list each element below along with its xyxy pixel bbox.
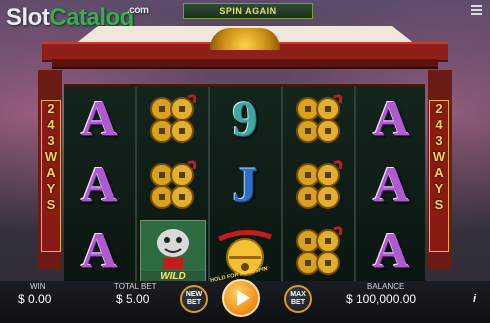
ways-char: 2 <box>435 101 443 116</box>
ways-char: A <box>434 165 444 180</box>
play-icon <box>237 290 250 306</box>
gold-coins-icon <box>150 160 197 209</box>
number-9-symbol: 9 <box>232 90 258 146</box>
golden-ornament-icon <box>210 28 280 50</box>
menu-icon[interactable] <box>471 5 482 15</box>
max-bet-line1: MAX <box>290 291 306 298</box>
ways-char: 4 <box>435 117 443 132</box>
max-bet-line2: BET <box>291 299 305 306</box>
letter-a-symbol: A <box>372 156 410 212</box>
letter-a-symbol: A <box>80 156 118 212</box>
ways-char: Y <box>434 181 444 196</box>
info-icon[interactable]: i <box>473 293 476 305</box>
balance-value: $ 100,000.00 <box>346 292 417 306</box>
lion-icon <box>141 221 205 271</box>
watermark-suffix: .com <box>127 5 149 16</box>
balance-label: BALANCE <box>367 282 405 291</box>
win-label: WIN <box>30 282 46 291</box>
reel-2: WILD <box>137 87 208 285</box>
new-bet-button[interactable]: NEW BET <box>180 285 208 313</box>
letter-a-symbol: A <box>80 90 118 146</box>
total-bet-value: $ 5.00 <box>116 292 150 306</box>
ways-char: W <box>44 149 58 164</box>
ways-char: Y <box>46 181 56 196</box>
spin-button[interactable] <box>222 279 260 317</box>
ways-char: W <box>432 149 446 164</box>
new-bet-line2: BET <box>187 299 201 306</box>
letter-a-symbol: A <box>372 90 410 146</box>
ways-banner-right: 2 4 3 W A Y S <box>429 100 449 252</box>
wild-symbol: WILD <box>140 220 206 284</box>
total-bet-label: TOTAL BET <box>114 282 157 291</box>
ways-char: S <box>434 197 444 212</box>
ways-char: S <box>46 197 56 212</box>
ways-char: 4 <box>47 117 55 132</box>
reel-1: A A A <box>64 87 135 285</box>
ways-char: A <box>46 165 56 180</box>
gold-coins-icon <box>150 94 197 143</box>
max-bet-button[interactable]: MAX BET <box>284 285 312 313</box>
letter-a-symbol: A <box>80 222 118 278</box>
ways-banner-left: 2 4 3 W A Y S <box>41 100 61 252</box>
letter-a-symbol: A <box>372 222 410 278</box>
reel-4 <box>283 87 354 285</box>
pagoda-roof <box>42 24 448 70</box>
reel-5: A A A <box>356 87 425 285</box>
ways-char: 2 <box>47 101 55 116</box>
letter-j-symbol: J <box>232 156 258 212</box>
spin-again-banner: SPIN AGAIN <box>183 3 313 19</box>
gold-coins-icon <box>296 160 343 209</box>
ways-char: 3 <box>47 133 55 148</box>
win-value: $ 0.00 <box>18 292 52 306</box>
reel-grid: A A A WILD 9 J A A A <box>64 84 425 285</box>
new-bet-line1: NEW <box>185 291 203 298</box>
gold-coins-icon <box>296 226 343 275</box>
ways-char: 3 <box>435 133 443 148</box>
gold-coins-icon <box>296 94 343 143</box>
reel-3: 9 J <box>210 87 281 285</box>
